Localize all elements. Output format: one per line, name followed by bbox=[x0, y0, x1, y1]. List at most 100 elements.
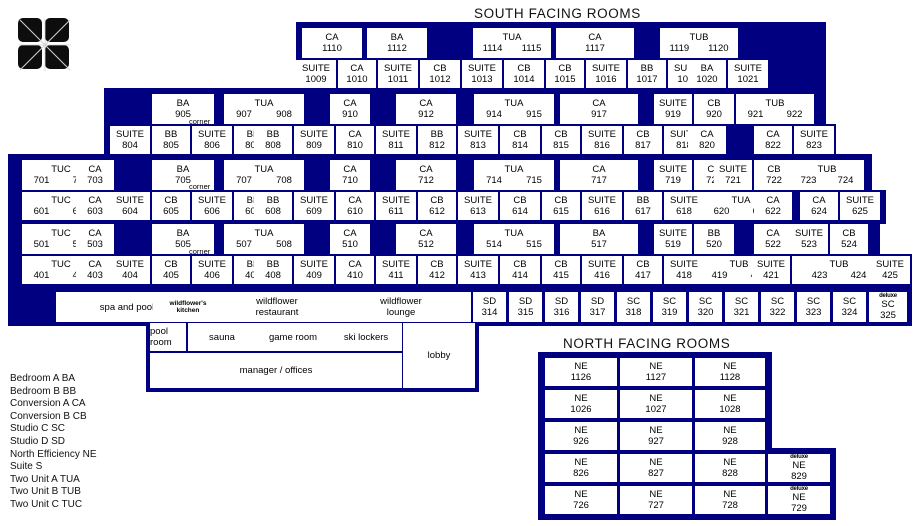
room-number: 926 bbox=[573, 436, 589, 447]
room-number: 323 bbox=[805, 307, 822, 318]
room-type-code: NE bbox=[723, 489, 737, 500]
room-ca-1010: CA 1010 bbox=[338, 60, 376, 88]
room-suite-721: SUITE 721 bbox=[714, 160, 752, 190]
room-number: 601 bbox=[33, 206, 50, 217]
room-type-code: CA bbox=[419, 164, 433, 175]
room-number: 907 bbox=[236, 109, 252, 120]
room-number: 522 bbox=[765, 239, 781, 250]
room-suite-816: SUITE 816 bbox=[582, 126, 622, 154]
room-number: 507 bbox=[236, 239, 252, 250]
room-number: 320 bbox=[697, 307, 714, 318]
north-room-ne-1126: NE 1126 bbox=[545, 358, 617, 386]
room-type-code: NE bbox=[723, 361, 737, 372]
room-number: 724 bbox=[837, 175, 854, 186]
room-tua-707: TUA 707 708 bbox=[224, 160, 304, 190]
room-type-code: SD bbox=[590, 296, 605, 307]
room-type-code: CB bbox=[430, 195, 444, 206]
room-type-code: SUITE bbox=[876, 259, 904, 270]
north-room-ne-1027: NE 1027 bbox=[620, 390, 692, 418]
room-type-code: BA bbox=[176, 164, 190, 175]
room-number: 822 bbox=[765, 140, 781, 151]
room-type-code: CB bbox=[767, 164, 781, 175]
room-type-code: SUITE bbox=[670, 259, 698, 270]
room-number: 721 bbox=[725, 175, 741, 186]
room-number: 416 bbox=[594, 270, 610, 281]
room-type-code: SUITE bbox=[464, 129, 492, 140]
room-number: 401 bbox=[33, 270, 50, 281]
room-type-code: BB bbox=[640, 63, 654, 74]
room-number: 410 bbox=[347, 270, 363, 281]
room-number: 927 bbox=[648, 436, 664, 447]
room-bb-608: BB 608 bbox=[254, 192, 292, 220]
room-suite-919: SUITE 919 bbox=[654, 94, 692, 124]
north-room-ne-828: NE 828 bbox=[695, 454, 765, 482]
room-type-code: CB bbox=[433, 63, 447, 74]
room-ca-603: CA 603 bbox=[76, 192, 114, 220]
room-number: 501 bbox=[33, 239, 50, 250]
room-suite-618: SUITE 618 bbox=[664, 192, 704, 220]
room-number: 919 bbox=[665, 109, 681, 120]
room-type-code: SD bbox=[554, 296, 569, 307]
room-type-code: BA bbox=[592, 228, 606, 239]
north-room-ne-827: NE 827 bbox=[620, 454, 692, 482]
room-type-code: CA bbox=[343, 98, 357, 109]
room-tub-723: TUB 723 724 bbox=[790, 160, 864, 190]
room-type-code: SC bbox=[842, 296, 857, 307]
room-type-code: CA bbox=[343, 228, 357, 239]
room-suite-1016: SUITE 1016 bbox=[586, 60, 626, 88]
room-type-code: SUITE bbox=[592, 63, 620, 74]
north-room-ne-1026: NE 1026 bbox=[545, 390, 617, 418]
room-cb-614: CB 614 bbox=[500, 192, 540, 220]
room-number: 519 bbox=[665, 239, 681, 250]
room-number: 612 bbox=[429, 206, 445, 217]
room-type-code: NE bbox=[723, 457, 737, 468]
room-type-code: CA bbox=[812, 195, 826, 206]
legend-item: Bedroom B BB bbox=[10, 385, 77, 397]
room-type-code: CB bbox=[517, 63, 531, 74]
room-ca-810: CA 810 bbox=[336, 126, 374, 154]
room-cb-412: CB 412 bbox=[418, 256, 456, 284]
room-type-code: NE bbox=[649, 425, 663, 436]
room-type-code: CA bbox=[88, 164, 102, 175]
room-type-code: SUITE bbox=[300, 259, 328, 270]
room-type-code: SUITE bbox=[382, 259, 410, 270]
room-number: 412 bbox=[429, 270, 445, 281]
logo-diagonals-icon bbox=[19, 19, 71, 71]
room-number: 425 bbox=[882, 270, 898, 281]
studio-sc-323: SC 323 bbox=[797, 292, 830, 322]
room-type-code: CA bbox=[350, 63, 364, 74]
room-tub-423: TUB 423 424 bbox=[800, 256, 878, 284]
room-number-pair: 723 724 bbox=[790, 175, 864, 186]
room-type-code: CB bbox=[430, 259, 444, 270]
room-type-code: SUITE bbox=[800, 129, 828, 140]
room-number: 618 bbox=[676, 206, 692, 217]
room-type-code: BB bbox=[430, 129, 444, 140]
room-number-pair: 921 922 bbox=[736, 109, 814, 120]
north-room-ne-926: NE 926 bbox=[545, 422, 617, 450]
room-number: 727 bbox=[648, 500, 664, 511]
room-type-code: SUITE bbox=[659, 164, 687, 175]
room-ca-717: CA 717 bbox=[560, 160, 638, 190]
amenity-ski-lockers: ski lockers bbox=[330, 323, 402, 351]
room-number: 423 bbox=[811, 270, 828, 281]
room-number: 1117 bbox=[585, 43, 605, 54]
legend: Bedroom A BA Bedroom B BB Conversion A CA C… bbox=[10, 373, 97, 512]
legend-item: Conversion A CA bbox=[10, 398, 86, 410]
room-type-code: CA bbox=[88, 195, 102, 206]
amenity-label: game room bbox=[268, 331, 318, 343]
amenity-pool-room: pool room bbox=[150, 323, 186, 351]
room-ba-517: BA 517 bbox=[560, 224, 638, 254]
room-number: 1021 bbox=[737, 74, 759, 85]
room-type-code: BB bbox=[266, 259, 280, 270]
room-type-code: CA bbox=[588, 32, 602, 43]
room-number: 804 bbox=[122, 140, 138, 151]
room-type-code: SUITE bbox=[846, 195, 874, 206]
room-suite-809: SUITE 809 bbox=[294, 126, 334, 154]
room-number: 520 bbox=[706, 239, 722, 250]
room-type-code: SC bbox=[626, 296, 641, 307]
room-type-code: CB bbox=[513, 195, 527, 206]
room-ca-712: CA 712 bbox=[396, 160, 456, 190]
room-type-code: CB bbox=[554, 129, 568, 140]
room-type-code: NE bbox=[574, 425, 588, 436]
room-type-code: SC bbox=[698, 296, 713, 307]
